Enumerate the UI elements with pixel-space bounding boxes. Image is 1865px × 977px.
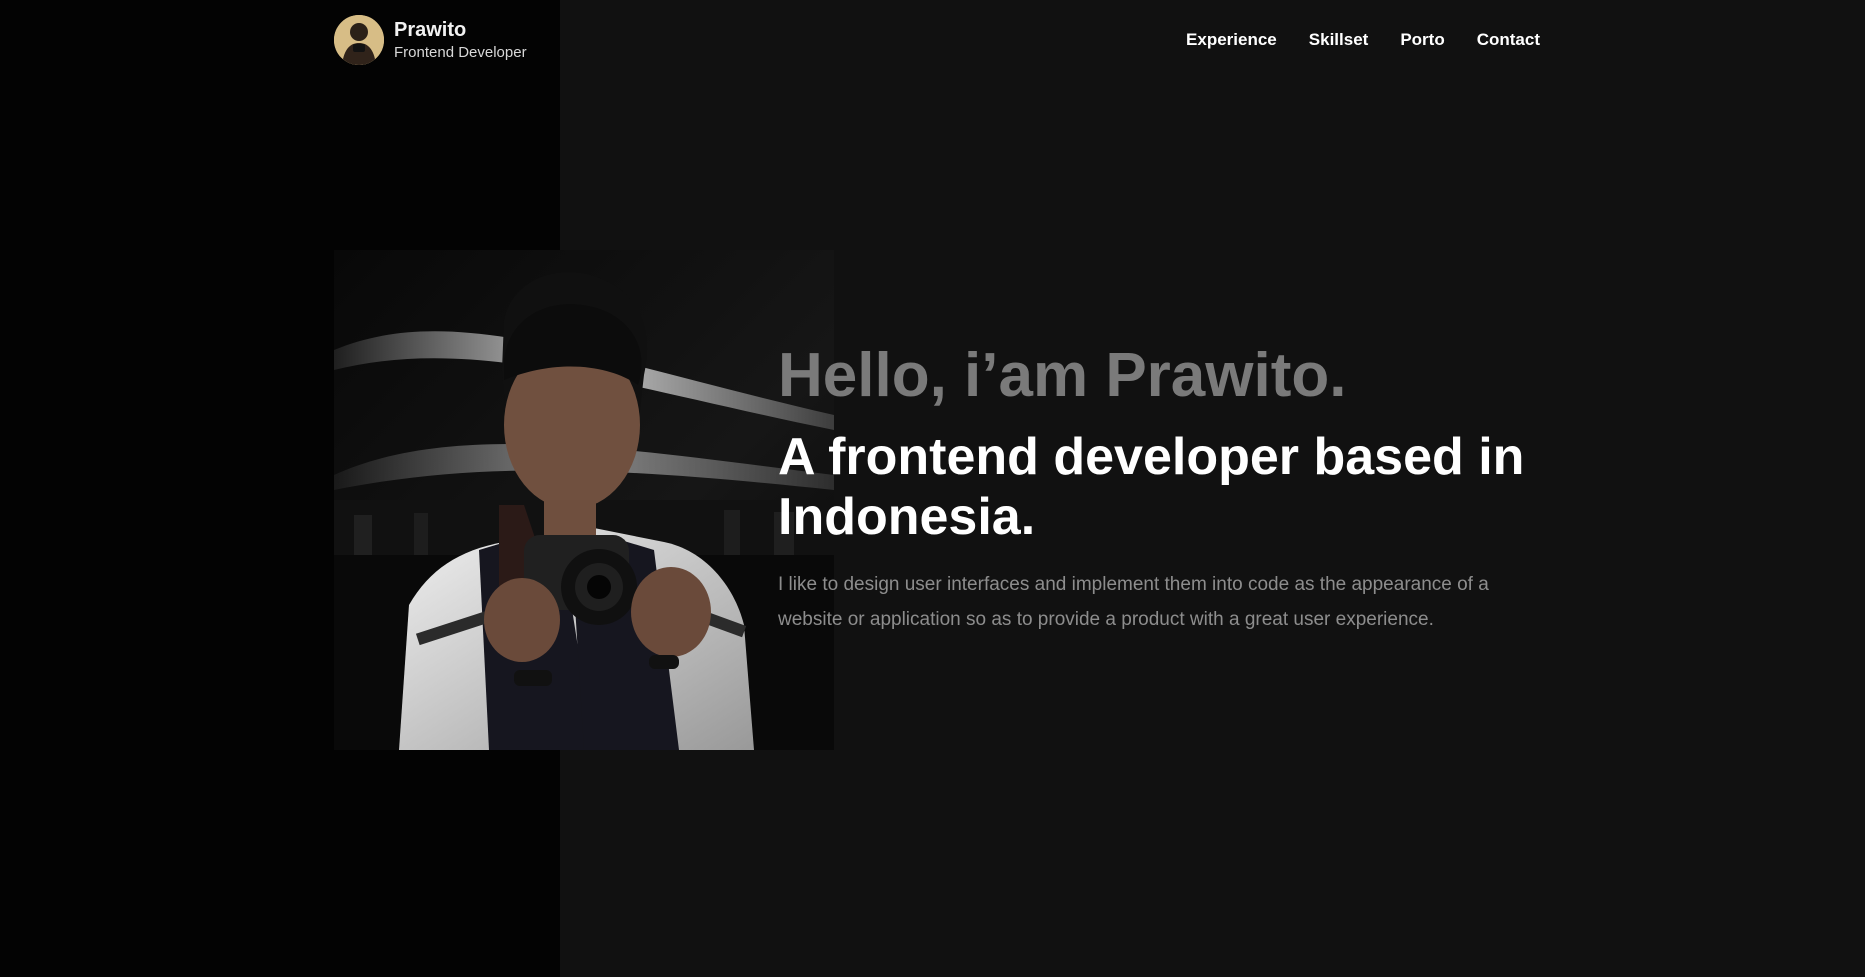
hero-section: Hello, i’am Prawito. A frontend develope… <box>778 340 1538 637</box>
nav-skillset-link[interactable]: Skillset <box>1309 30 1369 50</box>
brand-home-link[interactable]: Prawito Frontend Developer <box>334 15 527 65</box>
hero-photo <box>334 250 834 750</box>
hero-headline: A frontend developer based in Indonesia. <box>778 428 1525 547</box>
primary-navigation: Experience Skillset Porto Contact <box>1186 30 1540 50</box>
site-header: Prawito Frontend Developer Experience Sk… <box>334 14 1540 66</box>
brand-name: Prawito <box>394 18 467 41</box>
portfolio-page: Prawito Frontend Developer Experience Sk… <box>0 0 1865 977</box>
hero-description: I like to design user interfaces and imp… <box>778 574 1489 631</box>
nav-contact-link[interactable]: Contact <box>1477 30 1540 50</box>
brand-text: Prawito Frontend Developer <box>394 19 527 61</box>
brand-role: Frontend Developer <box>394 43 527 61</box>
nav-porto-link[interactable]: Porto <box>1400 30 1444 50</box>
hero-greeting: Hello, i’am Prawito. <box>778 341 1347 410</box>
profile-avatar-icon <box>334 15 384 65</box>
nav-experience-link[interactable]: Experience <box>1186 30 1277 50</box>
